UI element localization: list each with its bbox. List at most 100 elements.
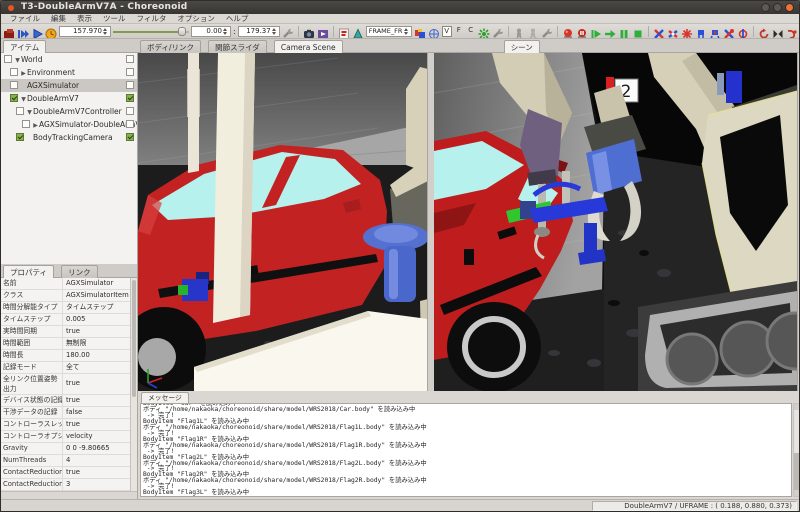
- hook-icon[interactable]: [786, 25, 798, 37]
- frustum-icon[interactable]: [352, 25, 364, 37]
- tab-link[interactable]: リンク: [61, 265, 98, 278]
- tree-item-bodytrackingcamera[interactable]: BodyTrackingCamera: [1, 131, 137, 144]
- tab-message[interactable]: メッセージ: [141, 392, 189, 403]
- log-line: BodyItem "Flag3L" を読み込み中: [143, 490, 791, 496]
- item-check-right[interactable]: [126, 107, 134, 115]
- f-button[interactable]: F: [454, 26, 464, 37]
- menu-view[interactable]: 表示: [72, 14, 97, 24]
- property-row: Gravity0 0 -9.80665: [1, 443, 137, 455]
- tab-scene[interactable]: シーン: [504, 40, 540, 54]
- tab-joint-slider[interactable]: 関節スライダ: [208, 40, 267, 53]
- tree-item-world[interactable]: ▼World: [1, 53, 137, 66]
- property-row: コントローラスレッドtrue: [1, 419, 137, 431]
- property-row: ContactReduction...3: [1, 479, 137, 491]
- time-slider-handle[interactable]: [178, 27, 186, 36]
- property-scrollbar[interactable]: [130, 278, 137, 491]
- body-bar-icon-7[interactable]: [737, 25, 749, 37]
- menu-options[interactable]: オプション: [172, 14, 220, 24]
- clock-icon[interactable]: [45, 25, 57, 37]
- body-bar-icon-2[interactable]: [667, 25, 679, 37]
- camera-scene-view[interactable]: [138, 53, 428, 391]
- tree-item-doublearmv7[interactable]: ▼DoubleArmV7: [1, 92, 137, 105]
- item-check-left[interactable]: [16, 133, 24, 141]
- range-end-spin[interactable]: 179.37: [238, 26, 280, 37]
- motion-config-icon[interactable]: [541, 25, 553, 37]
- menu-tools[interactable]: ツール: [98, 14, 131, 24]
- keyframe-icon[interactable]: [338, 25, 350, 37]
- capture-icon[interactable]: [3, 25, 15, 37]
- item-check-left[interactable]: [16, 107, 24, 115]
- frame-combo[interactable]: FRAME_FR: [366, 26, 412, 37]
- v-toggle-button[interactable]: V: [442, 26, 452, 37]
- body-bar-icon-5[interactable]: [709, 25, 721, 37]
- item-check-left[interactable]: [10, 94, 18, 102]
- tab-body-link[interactable]: ボディ/リンク: [140, 40, 201, 53]
- body-bar-icon-6[interactable]: [723, 25, 735, 37]
- timebar-config-icon[interactable]: [282, 25, 294, 37]
- property-row: コントローラオプシ...velocity: [1, 431, 137, 443]
- app-icon: [8, 5, 14, 11]
- body-motion-icon-2[interactable]: [527, 25, 539, 37]
- body-bar-icon-4[interactable]: [695, 25, 707, 37]
- item-check-left[interactable]: [22, 120, 30, 128]
- item-check-left[interactable]: [10, 68, 18, 76]
- message-scrollbar[interactable]: [793, 403, 800, 497]
- scene-view[interactable]: 2: [434, 53, 797, 391]
- item-check-right[interactable]: [126, 81, 134, 89]
- range-start-spin[interactable]: 0.00: [191, 26, 231, 37]
- item-check-left[interactable]: [4, 55, 12, 63]
- seek-start-icon[interactable]: [17, 25, 29, 37]
- render-effect-icon[interactable]: [478, 25, 490, 37]
- tab-items[interactable]: アイテム: [3, 40, 46, 54]
- title-bar[interactable]: T3-DoubleArmV7A - Choreonoid: [1, 1, 799, 14]
- body-bar-icon-3[interactable]: [681, 25, 693, 37]
- menu-filter[interactable]: フィルタ: [132, 14, 172, 24]
- status-coordinates: DoubleArmV7 / UFRAME : ( 0.188, 0.880, 0…: [592, 501, 797, 511]
- swirl-icon[interactable]: [758, 25, 770, 37]
- tree-item-agxsimulator[interactable]: AGXSimulator: [1, 79, 137, 92]
- item-check-right[interactable]: [126, 120, 134, 128]
- sim-stop-icon[interactable]: [632, 25, 644, 37]
- close-button[interactable]: [785, 3, 794, 12]
- item-check-left[interactable]: [10, 81, 18, 89]
- sim-pause-icon[interactable]: [576, 25, 588, 37]
- property-tabstrip: プロパティ リンク: [1, 264, 137, 278]
- tab-camera-scene[interactable]: Camera Scene: [274, 40, 343, 54]
- play-icon[interactable]: [31, 25, 43, 37]
- tab-property[interactable]: プロパティ: [3, 265, 54, 279]
- time-slider[interactable]: [113, 26, 189, 37]
- joint-icon[interactable]: [772, 25, 784, 37]
- collision-icon[interactable]: [414, 25, 426, 37]
- body-bar-icon-1[interactable]: [653, 25, 665, 37]
- graph-view-icon[interactable]: [317, 25, 329, 37]
- tree-item-environment[interactable]: ▶Environment: [1, 66, 137, 79]
- property-row: タイムステップ0.005: [1, 314, 137, 326]
- property-row: NumThreads4: [1, 455, 137, 467]
- maximize-button[interactable]: [773, 3, 782, 12]
- item-check-right[interactable]: [126, 133, 134, 141]
- minimize-button[interactable]: [761, 3, 770, 12]
- sim-resume-icon[interactable]: [604, 25, 616, 37]
- camera-icon[interactable]: [303, 25, 315, 37]
- item-check-right[interactable]: [126, 68, 134, 76]
- tree-item-agxsimulator-doublearmv7[interactable]: ▶AGXSimulator-DoubleArmV7: [1, 118, 137, 131]
- time-current-spin[interactable]: 157.970: [59, 26, 111, 37]
- c-button[interactable]: C: [466, 26, 476, 37]
- item-tree: ▼World ▶Environment AGXSimulator ▼Double…: [1, 53, 137, 264]
- menu-help[interactable]: ヘルプ: [221, 14, 254, 24]
- item-check-right[interactable]: [126, 94, 134, 102]
- tree-item-doublearmv7controller[interactable]: ▼DoubleArmV7Controller: [1, 105, 137, 118]
- wireframe-icon[interactable]: [428, 25, 440, 37]
- body-motion-icon-1[interactable]: [513, 25, 525, 37]
- menu-file[interactable]: ファイル: [5, 14, 45, 24]
- property-row: 記録モード全て: [1, 362, 137, 374]
- choreonoid-window: T3-DoubleArmV7A - Choreonoid ファイル 編集 表示 …: [0, 0, 800, 512]
- scene-canvas: 2: [434, 53, 797, 391]
- menu-edit[interactable]: 編集: [46, 14, 71, 24]
- sim-restart-icon[interactable]: [562, 25, 574, 37]
- message-view[interactable]: BodyItem "Car" を読み込み中 ボディ "/home/nakaoka…: [140, 403, 792, 497]
- sim-pause-green-icon[interactable]: [618, 25, 630, 37]
- scene-config-icon[interactable]: [492, 25, 504, 37]
- sim-start-icon[interactable]: [590, 25, 602, 37]
- item-check-right[interactable]: [126, 55, 134, 63]
